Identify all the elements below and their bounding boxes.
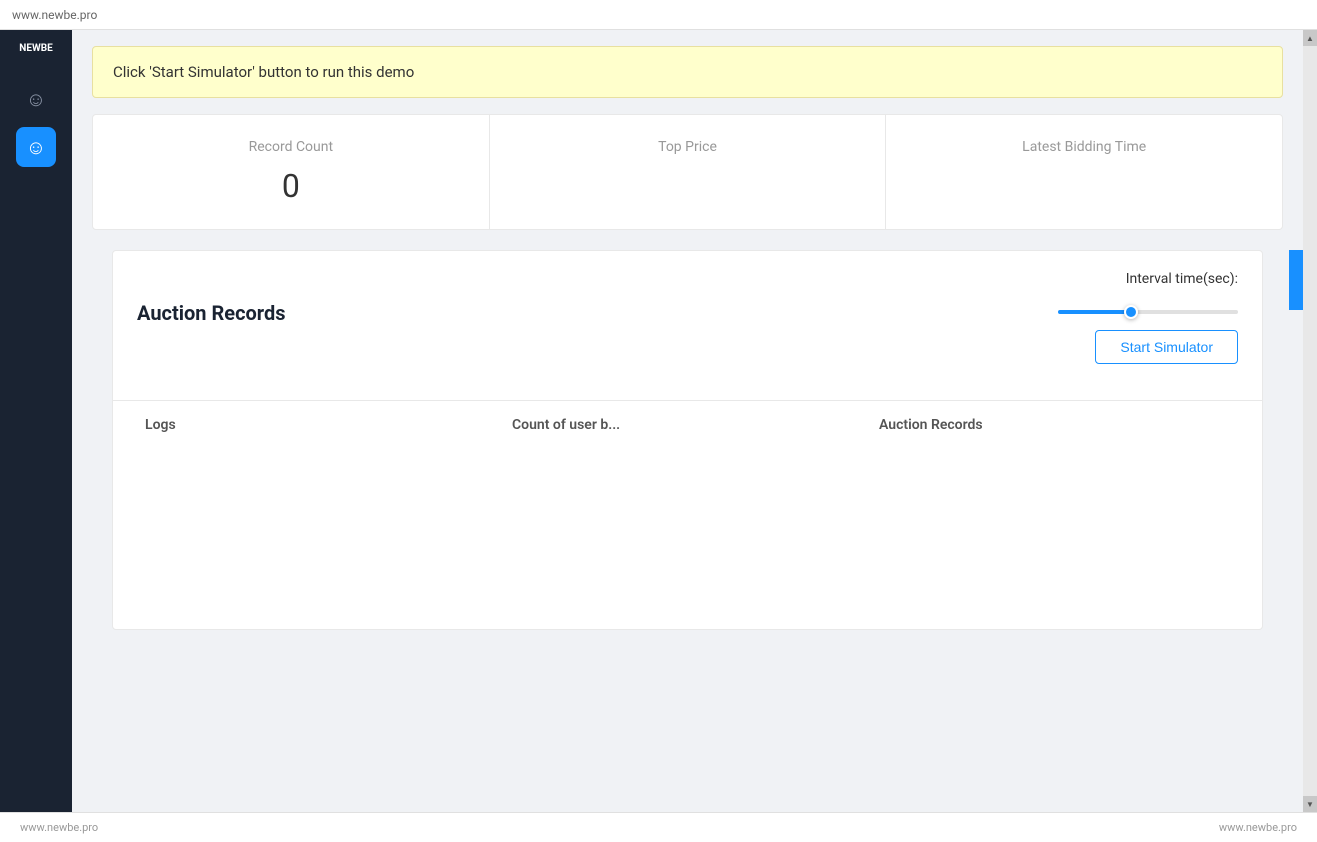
stat-record-count-label: Record Count — [113, 139, 469, 155]
slider-wrapper — [1058, 299, 1238, 318]
stat-record-count-value: 0 — [113, 167, 469, 205]
scroll-down-button[interactable]: ▼ — [1303, 796, 1317, 812]
table-header: Logs Count of user b... Auction Records — [113, 400, 1262, 449]
col-logs: Logs — [137, 401, 504, 449]
scroll-track — [1303, 46, 1317, 796]
stat-latest-bidding: Latest Bidding Time — [886, 115, 1282, 229]
sidebar: NEWBE ☺ ☺ — [0, 30, 72, 812]
scroll-up-button[interactable]: ▲ — [1303, 30, 1317, 46]
stat-record-count: Record Count 0 — [93, 115, 490, 229]
main-panel: Auction Records Interval time(sec): Star… — [112, 250, 1263, 630]
col-auction-records: Auction Records — [871, 401, 1238, 449]
stat-top-price: Top Price — [490, 115, 887, 229]
sidebar-item-1[interactable]: ☺ — [16, 79, 56, 119]
footer: www.newbe.pro www.newbe.pro — [0, 812, 1317, 842]
footer-right: www.newbe.pro — [1219, 821, 1297, 834]
panel-title: Auction Records — [137, 301, 285, 325]
footer-left: www.newbe.pro — [20, 821, 98, 834]
main-content: Click 'Start Simulator' button to run th… — [72, 30, 1303, 812]
face-icon-2: ☺ — [26, 135, 46, 160]
panel-header: Auction Records Interval time(sec): Star… — [113, 251, 1262, 380]
sidebar-brand: NEWBE — [19, 42, 52, 55]
sidebar-item-2[interactable]: ☺ — [16, 127, 56, 167]
col-count-user: Count of user b... — [504, 401, 871, 449]
settings-button[interactable]: ⚙ — [1289, 250, 1303, 310]
start-simulator-button[interactable]: Start Simulator — [1095, 330, 1238, 364]
stat-top-price-label: Top Price — [510, 139, 866, 155]
face-icon-1: ☺ — [26, 87, 46, 112]
stats-card: Record Count 0 Top Price Latest Bidding … — [92, 114, 1283, 230]
right-scrollbar[interactable]: ▲ ▼ — [1303, 30, 1317, 812]
stat-latest-bidding-label: Latest Bidding Time — [906, 139, 1262, 155]
notification-text: Click 'Start Simulator' button to run th… — [113, 63, 414, 81]
interval-label: Interval time(sec): — [1126, 271, 1238, 287]
interval-slider[interactable] — [1058, 310, 1238, 314]
notification-banner: Click 'Start Simulator' button to run th… — [92, 46, 1283, 98]
top-bar-url: www.newbe.pro — [12, 8, 97, 22]
panel-controls: Interval time(sec): Start Simulator — [1058, 271, 1238, 364]
top-bar: www.newbe.pro — [0, 0, 1317, 30]
